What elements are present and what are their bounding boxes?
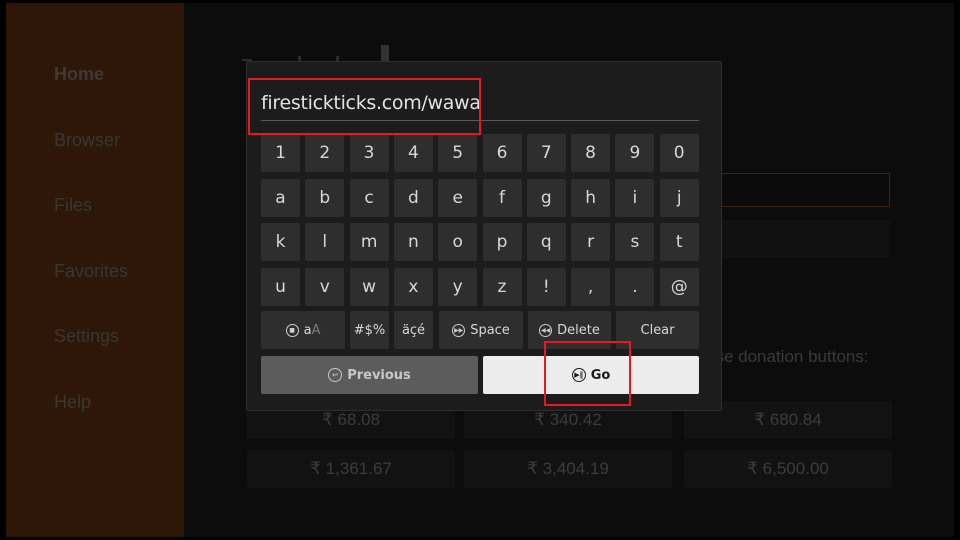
key[interactable]: b [305,178,345,217]
key[interactable]: 7 [526,134,566,172]
donation-button[interactable]: ₹ 1,361.67 [247,450,455,488]
background-title-fragment [381,45,389,61]
go-label: Go [590,367,611,383]
accents-key[interactable]: äçé [394,311,433,349]
key[interactable]: 1 [261,134,300,172]
key[interactable]: w [349,267,389,306]
key[interactable]: k [261,223,300,261]
key[interactable]: q [526,223,566,261]
case-lower-label: a [303,322,312,338]
previous-button[interactable]: ↩ Previous [261,356,478,394]
key[interactable]: t [659,223,699,261]
key[interactable]: , [571,267,611,306]
key[interactable]: c [349,178,389,217]
key[interactable]: g [526,178,566,217]
key[interactable]: . [615,267,655,306]
donation-prompt-text: ase donation buttons: ) [706,346,869,388]
key[interactable]: a [261,178,300,217]
menu-button-icon: ■ [285,323,299,337]
sidebar-item-browser[interactable]: Browser [54,130,120,151]
key[interactable]: l [305,223,345,261]
key[interactable]: 0 [659,134,699,172]
key[interactable]: v [305,267,345,306]
sidebar-item-help[interactable]: Help [54,392,91,413]
key[interactable]: 8 [571,134,611,172]
sidebar-item-favorites[interactable]: Favorites [54,261,128,282]
sidebar-item-files[interactable]: Files [54,195,92,216]
key[interactable]: ! [526,267,566,306]
donation-button[interactable]: ₹ 6,500.00 [684,450,892,488]
donation-prompt-line2: ) [706,367,869,388]
key[interactable]: f [482,178,522,217]
case-toggle-key[interactable]: ■ aA [261,311,345,349]
key[interactable]: n [393,223,433,261]
key[interactable]: d [393,178,433,217]
sidebar-item-home[interactable]: Home [54,64,104,85]
key[interactable]: o [438,223,478,261]
key[interactable]: i [615,178,655,217]
clear-key[interactable]: Clear [616,311,699,349]
key[interactable]: r [571,223,611,261]
keyboard-dialog: firestickticks.com/wawa 1234567890abcdef… [246,61,722,411]
donation-prompt-line1: ase donation buttons: [706,347,869,366]
go-button[interactable]: ▶‖ Go [483,356,699,394]
key[interactable]: @ [659,267,699,306]
key[interactable]: x [393,267,433,306]
key[interactable]: y [438,267,478,306]
key[interactable]: 3 [349,134,389,172]
key[interactable]: s [615,223,655,261]
donation-button[interactable]: ₹ 3,404.19 [464,450,672,488]
delete-key[interactable]: ◀◀ Delete [528,311,611,349]
key[interactable]: z [482,267,522,306]
key[interactable]: 9 [615,134,655,172]
key[interactable]: 2 [305,134,345,172]
case-upper-label: A [311,322,321,338]
sidebar: Home Browser Files Favorites Settings He… [6,3,184,537]
previous-label: Previous [347,367,411,383]
symbols-key[interactable]: #$% [350,311,389,349]
key[interactable]: j [659,178,699,217]
app-screen: Home Browser Files Favorites Settings He… [6,3,954,537]
key[interactable]: p [482,223,522,261]
key[interactable]: e [438,178,478,217]
fast-forward-icon: ▶▶ [452,323,466,337]
space-label: Space [470,322,510,338]
space-key[interactable]: ▶▶ Space [439,311,523,349]
sidebar-item-settings[interactable]: Settings [54,326,119,347]
play-pause-icon: ▶‖ [571,368,586,382]
key[interactable]: m [349,223,389,261]
key[interactable]: 6 [482,134,522,172]
key[interactable]: 4 [393,134,433,172]
rewind-icon: ◀◀ [539,323,553,337]
delete-label: Delete [557,322,600,338]
url-input[interactable]: firestickticks.com/wawa [261,92,481,114]
url-input-underline [261,120,699,121]
back-icon: ↩ [328,368,343,382]
key[interactable]: u [261,267,300,306]
key[interactable]: 5 [438,134,478,172]
key[interactable]: h [571,178,611,217]
